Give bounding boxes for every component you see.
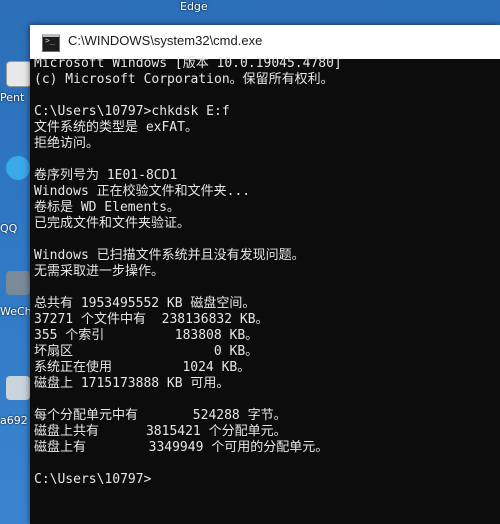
console-line: 文件系统的类型是 exFAT。 <box>34 120 198 135</box>
qq-icon <box>6 156 30 180</box>
console-line: 355 个索引 183808 KB。 <box>34 328 259 343</box>
console-line: 卷标是 WD Elements。 <box>34 200 180 215</box>
console-line: 每个分配单元中有 524288 字节。 <box>34 408 287 423</box>
console-line: 系统正在使用 1024 KB。 <box>34 360 251 375</box>
console-line: 卷序列号为 1E01-8CD1 <box>34 168 178 183</box>
app-icon <box>6 61 32 87</box>
console-line: 已完成文件和文件夹验证。 <box>34 216 191 231</box>
window-titlebar[interactable]: >_ C:\WINDOWS\system32\cmd.exe <box>30 25 500 60</box>
console-line: Microsoft Windows [版本 10.0.19045.4780] <box>34 56 342 71</box>
window-title: C:\WINDOWS\system32\cmd.exe <box>68 33 263 48</box>
console-line: 磁盘上共有 3815421 个分配单元。 <box>34 424 287 439</box>
wechat-icon <box>6 271 30 295</box>
console-line: 总共有 1953495552 KB 磁盘空间。 <box>34 296 256 311</box>
console-prompt[interactable]: C:\Users\10797> <box>34 472 151 487</box>
cmd-window[interactable]: >_ C:\WINDOWS\system32\cmd.exe Microsoft… <box>30 25 500 524</box>
console-line: 磁盘上有 3349949 个可用的分配单元。 <box>34 440 329 455</box>
desktop: Edge Pent QQ WeCh a692 >_ C:\WINDOWS\sys… <box>0 0 500 524</box>
console-line: 磁盘上 1715173888 KB 可用。 <box>34 376 230 391</box>
console-line: (c) Microsoft Corporation。保留所有权利。 <box>34 72 334 87</box>
console-line: 37271 个文件中有 238136832 KB。 <box>34 312 269 327</box>
desktop-icon-edge-label[interactable]: Edge <box>180 0 230 13</box>
cmd-icon: >_ <box>42 34 60 52</box>
image-file-icon <box>6 376 30 400</box>
console-line: C:\Users\10797>chkdsk E:f <box>34 104 230 119</box>
console-line: 拒绝访问。 <box>34 136 100 151</box>
console-output[interactable]: Microsoft Windows [版本 10.0.19045.4780] (… <box>30 56 500 524</box>
console-line: Windows 已扫描文件系统并且没有发现问题。 <box>34 248 305 263</box>
console-line: 无需采取进一步操作。 <box>34 264 165 279</box>
console-line: 坏扇区 0 KB。 <box>34 344 259 359</box>
console-line: Windows 正在校验文件和文件夹... <box>34 184 251 199</box>
